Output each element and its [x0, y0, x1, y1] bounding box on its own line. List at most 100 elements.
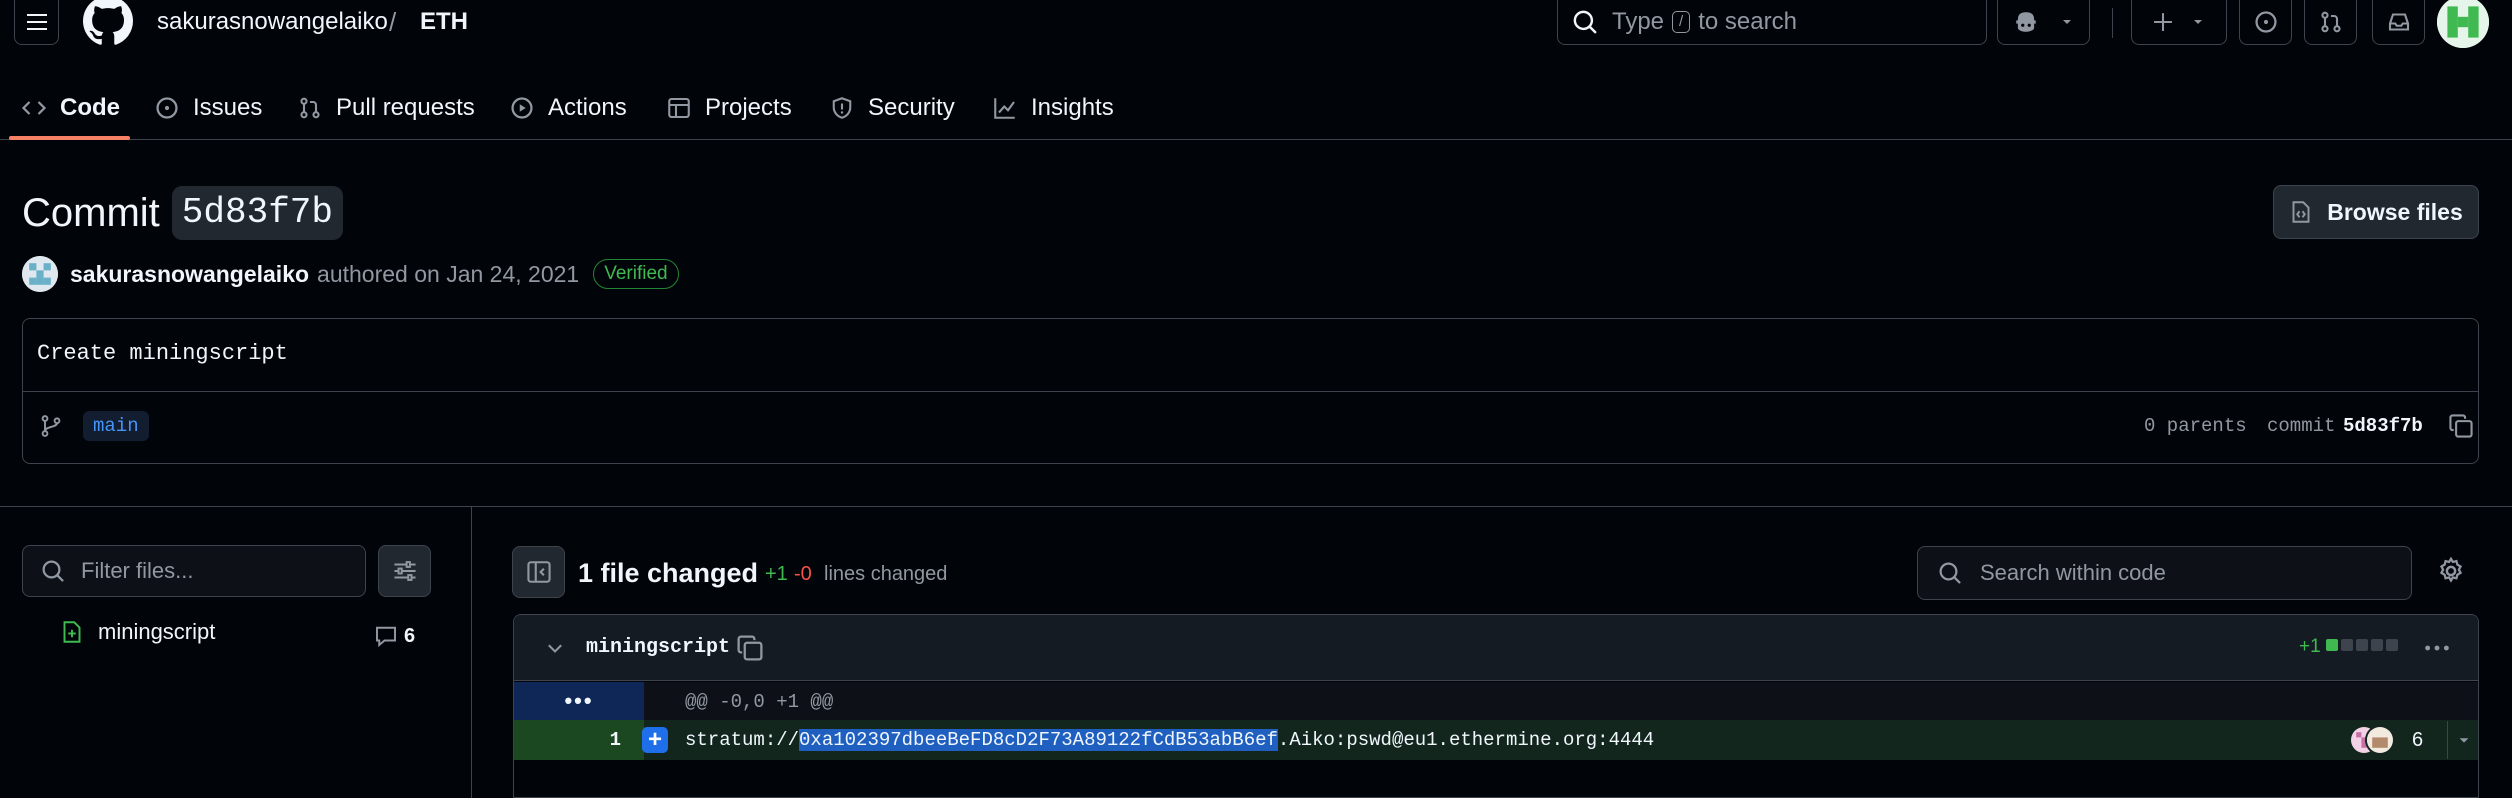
breadcrumb-owner[interactable]: sakurasnowangelaiko — [157, 6, 388, 38]
plus-icon — [2154, 13, 2172, 31]
code-icon — [22, 101, 46, 115]
commit-title-label: Commit — [22, 191, 160, 235]
commit-message: Create miningscript — [37, 341, 288, 366]
repo-nav: Code Issues Pull requests Actions Projec… — [0, 76, 2512, 140]
tab-issues[interactable]: Issues — [155, 76, 262, 140]
copy-icon[interactable] — [736, 634, 764, 662]
diff-line-code: stratum://0xa102397dbeeBeFD8cD2F73A89122… — [685, 729, 1654, 751]
tab-insights[interactable]: Insights — [993, 76, 1114, 140]
inbox-icon — [2388, 13, 2409, 31]
gear-icon[interactable] — [2436, 556, 2466, 586]
tab-code[interactable]: Code — [22, 76, 120, 140]
tab-projects-label: Projects — [705, 94, 792, 121]
tab-actions[interactable]: Actions — [510, 76, 627, 140]
file-diff: miningscript +1 ••• @@ -0,0 +1 @@ 1 + st… — [513, 614, 2479, 798]
copy-icon[interactable] — [2448, 413, 2474, 439]
issue-opened-icon — [2254, 11, 2277, 33]
sliders-icon — [393, 561, 416, 581]
diffstat-block — [2386, 639, 2398, 651]
hunk-header: @@ -0,0 +1 @@ — [685, 691, 834, 713]
copilot-button[interactable] — [1997, 0, 2090, 45]
browse-files-button[interactable]: Browse files — [2273, 185, 2479, 239]
file-diff-name[interactable]: miningscript — [586, 636, 730, 659]
toggle-file-tree-button[interactable] — [512, 546, 565, 598]
author-avatar[interactable] — [22, 256, 58, 292]
active-tab-indicator — [9, 136, 130, 140]
chevron-down-icon — [2459, 738, 2469, 743]
filter-files-input[interactable]: Filter files... — [22, 545, 366, 597]
search-within-code-input[interactable]: Search within code — [1917, 546, 2412, 600]
files-changed-summary: 1 file changed — [578, 558, 759, 588]
diffstat-block — [2371, 639, 2383, 651]
comment-icon — [376, 626, 396, 648]
search-icon — [42, 560, 64, 582]
filter-files-placeholder: Filter files... — [81, 558, 194, 583]
comment-thread-toggle[interactable] — [2447, 721, 2478, 759]
commit-message-box: Create miningscript main 0 parents commi… — [22, 318, 2479, 464]
author-name[interactable]: sakurasnowangelaiko — [70, 261, 309, 288]
search-suffix: to search — [1698, 8, 1797, 35]
code-suffix: .Aiko:pswd@eu1.ethermine.org:4444 — [1277, 729, 1655, 751]
diffstat-block — [2326, 639, 2338, 651]
tab-issues-label: Issues — [193, 94, 263, 121]
add-comment-button[interactable]: + — [642, 727, 668, 753]
code-prefix: stratum:// — [685, 729, 800, 751]
hunk-header-row: ••• @@ -0,0 +1 @@ — [514, 682, 2478, 720]
tab-security[interactable]: Security — [830, 76, 955, 140]
divider — [23, 391, 2478, 392]
verified-badge[interactable]: Verified — [593, 259, 679, 289]
tab-projects[interactable]: Projects — [667, 76, 792, 140]
tab-pull-requests[interactable]: Pull requests — [298, 76, 475, 140]
file-diff-header: miningscript +1 — [514, 615, 2478, 681]
pull-requests-button[interactable] — [2304, 0, 2357, 45]
divider — [0, 506, 2512, 507]
inbox-button[interactable] — [2372, 0, 2425, 45]
file-tree-item-name: miningscript — [98, 619, 216, 644]
search-shortcut-key: / — [1672, 11, 1691, 33]
create-new-button[interactable] — [2131, 0, 2227, 45]
git-branch-icon — [41, 415, 61, 437]
tab-code-label: Code — [60, 94, 120, 121]
breadcrumb-repo[interactable]: ETH — [420, 6, 468, 38]
chevron-down-icon — [2062, 20, 2071, 24]
diffstat-block — [2341, 639, 2353, 651]
shield-icon — [832, 97, 852, 119]
play-icon — [511, 97, 533, 119]
kebab-horizontal-icon[interactable] — [2422, 633, 2452, 663]
filter-options-button[interactable] — [378, 545, 431, 597]
author-row: sakurasnowangelaiko authored on Jan 24, … — [22, 256, 679, 292]
user-avatar[interactable] — [2437, 0, 2489, 48]
git-pull-request-icon — [300, 97, 320, 119]
diff-line-added[interactable]: 1 + stratum://0xa102397dbeeBeFD8cD2F73A8… — [514, 720, 2478, 760]
comment-avatars[interactable] — [2349, 725, 2409, 755]
diffstat-block — [2356, 639, 2368, 651]
line-number[interactable]: 1 — [514, 729, 621, 751]
chevron-down-icon[interactable] — [544, 637, 566, 659]
tab-actions-label: Actions — [548, 94, 627, 121]
github-logo-icon[interactable] — [83, 0, 133, 46]
menu-button[interactable] — [14, 0, 59, 45]
issues-button[interactable] — [2239, 0, 2292, 45]
chevron-down-icon — [2194, 20, 2202, 24]
commenter-avatar — [2365, 725, 2395, 755]
lines-changed-label: lines changed — [824, 563, 948, 585]
tab-security-label: Security — [868, 94, 955, 121]
identicon-icon — [2437, 0, 2489, 48]
hunk-expand-marker: ••• — [564, 688, 594, 713]
global-header: sakurasnowangelaiko / ETH Type / to sear… — [0, 0, 2512, 48]
browse-files-label: Browse files — [2327, 198, 2463, 225]
file-diffstat-additions: +1 — [2299, 636, 2321, 657]
file-comment-count-value: 6 — [404, 624, 416, 647]
global-search[interactable]: Type / to search — [1557, 0, 1987, 45]
diffstat-deletions: -0 — [794, 563, 812, 585]
branch-chip[interactable]: main — [83, 411, 149, 441]
divider — [471, 507, 472, 798]
file-comment-count[interactable]: 6 — [374, 624, 415, 648]
expand-hunk-button[interactable]: ••• — [514, 682, 644, 720]
identicon-icon — [22, 256, 58, 292]
file-added-icon — [63, 621, 81, 643]
file-tree-item[interactable]: miningscript — [60, 618, 215, 646]
hamburger-icon — [26, 21, 47, 23]
commit-sha-chip: 5d83f7b — [171, 186, 344, 240]
search-icon — [1573, 10, 1597, 34]
